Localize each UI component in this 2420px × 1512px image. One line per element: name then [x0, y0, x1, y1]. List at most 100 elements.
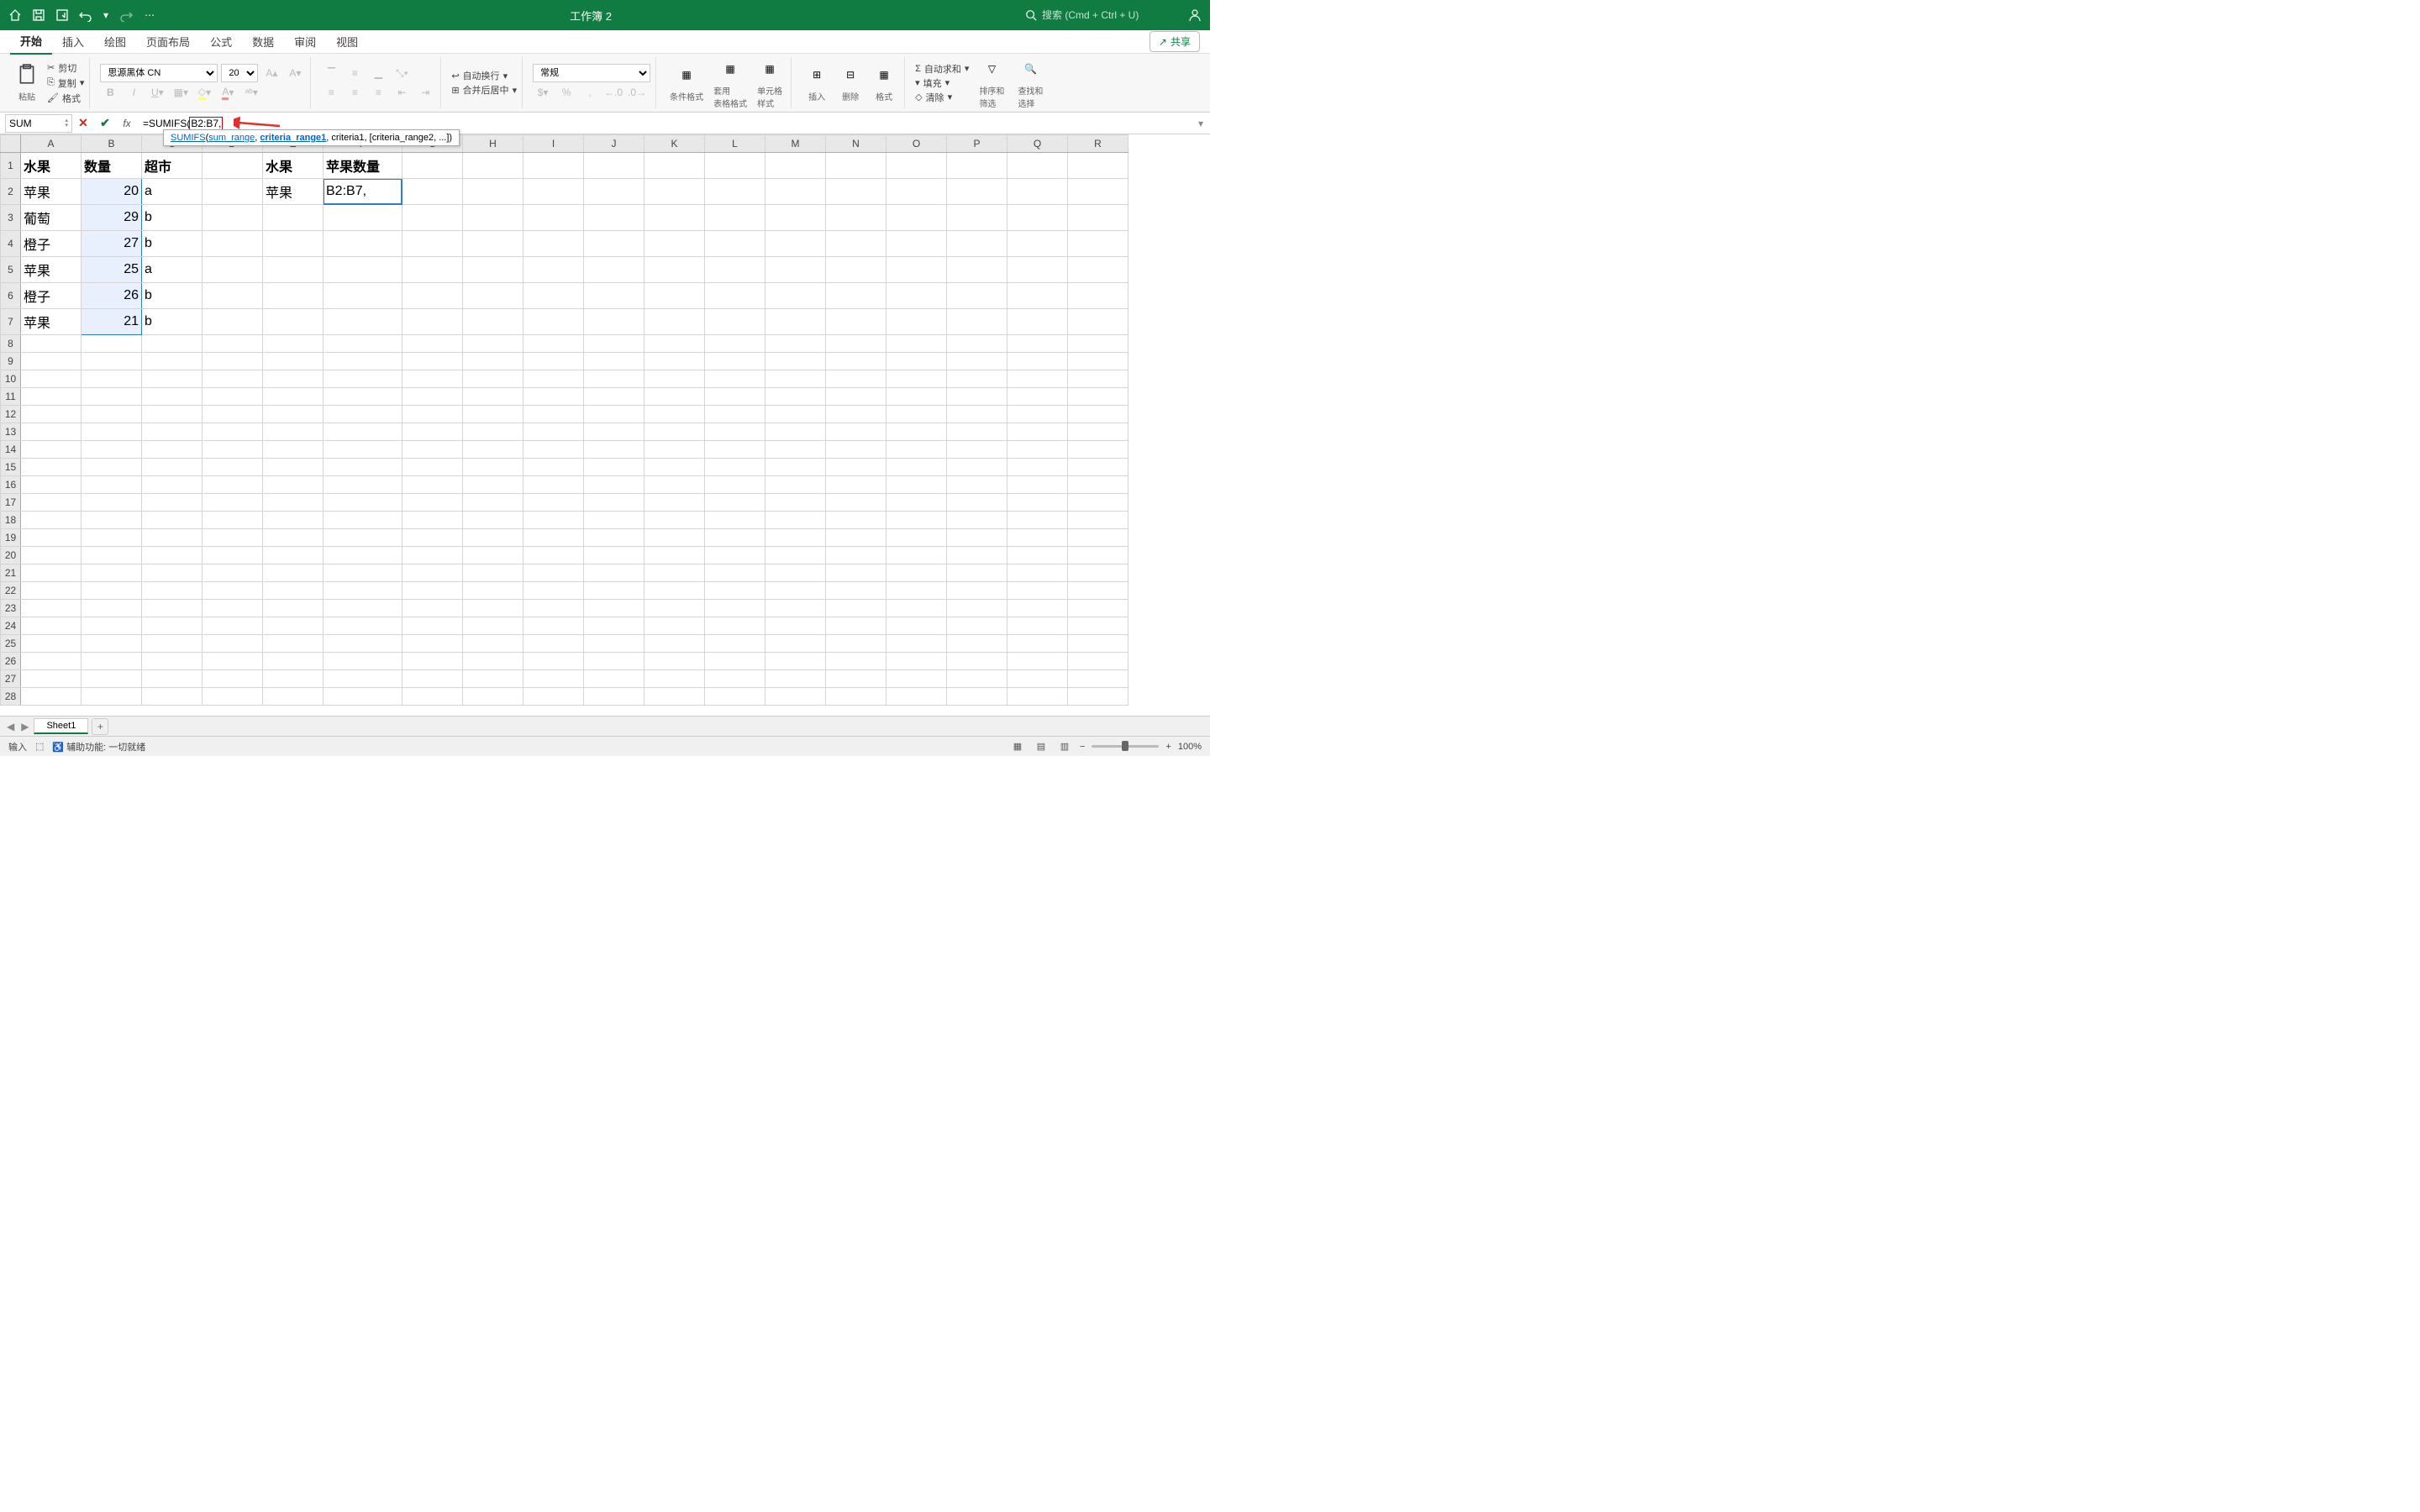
- cell[interactable]: [203, 335, 263, 353]
- cell[interactable]: [523, 582, 584, 600]
- row-header-21[interactable]: 21: [1, 564, 21, 582]
- cell[interactable]: [705, 309, 765, 335]
- cell[interactable]: 苹果: [21, 179, 82, 205]
- cell[interactable]: [826, 309, 886, 335]
- cell[interactable]: [886, 231, 947, 257]
- cell[interactable]: [886, 494, 947, 512]
- cell[interactable]: [886, 370, 947, 388]
- cell[interactable]: [765, 688, 826, 706]
- cell-styles-button[interactable]: ▦单元格 样式: [754, 55, 786, 111]
- cell[interactable]: [21, 353, 82, 370]
- cell[interactable]: [584, 283, 644, 309]
- cell[interactable]: [142, 600, 203, 617]
- cell[interactable]: [523, 205, 584, 231]
- cell[interactable]: [463, 494, 523, 512]
- zoom-level[interactable]: 100%: [1178, 742, 1202, 752]
- cell[interactable]: [826, 670, 886, 688]
- cell[interactable]: [947, 512, 1007, 529]
- format-cells-button[interactable]: ▦格式: [869, 61, 899, 104]
- cell[interactable]: [82, 688, 142, 706]
- cell[interactable]: [263, 476, 324, 494]
- cell[interactable]: [82, 547, 142, 564]
- cell[interactable]: [203, 670, 263, 688]
- cell[interactable]: [886, 617, 947, 635]
- border-button[interactable]: ▦▾: [171, 83, 191, 102]
- cell[interactable]: [1007, 406, 1068, 423]
- cell[interactable]: [324, 441, 402, 459]
- tab-review[interactable]: 审阅: [284, 29, 326, 54]
- name-box-dropdown-icon[interactable]: ▴▾: [65, 118, 68, 129]
- cell[interactable]: [1068, 231, 1128, 257]
- cell[interactable]: [826, 231, 886, 257]
- cell[interactable]: [584, 388, 644, 406]
- cell[interactable]: [584, 423, 644, 441]
- cell[interactable]: 苹果: [263, 179, 324, 205]
- cell[interactable]: [584, 370, 644, 388]
- cell[interactable]: [523, 494, 584, 512]
- cell[interactable]: [82, 635, 142, 653]
- tooltip-fn-name[interactable]: SUMIFS: [171, 133, 206, 143]
- cell[interactable]: [142, 370, 203, 388]
- cell[interactable]: [947, 564, 1007, 582]
- cell[interactable]: [705, 582, 765, 600]
- cell[interactable]: [644, 205, 705, 231]
- cell[interactable]: [1068, 494, 1128, 512]
- sheet-tab-1[interactable]: Sheet1: [34, 718, 88, 734]
- cell[interactable]: [142, 335, 203, 353]
- cell[interactable]: [584, 688, 644, 706]
- col-header-H[interactable]: H: [463, 135, 523, 153]
- cell[interactable]: [402, 600, 463, 617]
- cell[interactable]: [203, 512, 263, 529]
- undo-icon[interactable]: [79, 8, 92, 22]
- cell[interactable]: [402, 283, 463, 309]
- cell[interactable]: [324, 653, 402, 670]
- cell[interactable]: [324, 564, 402, 582]
- cell[interactable]: [644, 423, 705, 441]
- macro-record-icon[interactable]: ⬚: [35, 741, 44, 752]
- cell[interactable]: [523, 653, 584, 670]
- cell[interactable]: [705, 423, 765, 441]
- cell[interactable]: [21, 635, 82, 653]
- cell[interactable]: [644, 670, 705, 688]
- cell[interactable]: [21, 370, 82, 388]
- cell[interactable]: [463, 179, 523, 205]
- cell[interactable]: [402, 153, 463, 179]
- cell[interactable]: [947, 670, 1007, 688]
- cell[interactable]: [1007, 309, 1068, 335]
- cell[interactable]: [886, 283, 947, 309]
- cell[interactable]: [523, 309, 584, 335]
- cell[interactable]: [523, 283, 584, 309]
- cell[interactable]: [826, 406, 886, 423]
- cell[interactable]: [263, 370, 324, 388]
- cell[interactable]: [644, 370, 705, 388]
- cell[interactable]: [82, 353, 142, 370]
- cell[interactable]: [644, 564, 705, 582]
- cell[interactable]: [21, 547, 82, 564]
- cell[interactable]: [82, 617, 142, 635]
- redo-icon[interactable]: [119, 8, 133, 22]
- zoom-out-button[interactable]: −: [1080, 742, 1085, 752]
- cell[interactable]: [1068, 353, 1128, 370]
- cell[interactable]: [402, 423, 463, 441]
- view-page-break-icon[interactable]: ▥: [1056, 739, 1073, 754]
- cancel-formula-button[interactable]: ✕: [72, 114, 94, 133]
- cell[interactable]: [947, 423, 1007, 441]
- cell[interactable]: [1068, 179, 1128, 205]
- inc-decimal-icon[interactable]: ←.0: [603, 83, 623, 102]
- cell[interactable]: [463, 653, 523, 670]
- cell[interactable]: [584, 335, 644, 353]
- cell[interactable]: [203, 406, 263, 423]
- cell[interactable]: 橙子: [21, 231, 82, 257]
- cell[interactable]: [705, 179, 765, 205]
- cell[interactable]: [1007, 205, 1068, 231]
- cell[interactable]: [765, 582, 826, 600]
- cell[interactable]: [826, 688, 886, 706]
- cell[interactable]: [324, 406, 402, 423]
- cell[interactable]: [203, 459, 263, 476]
- cell[interactable]: [584, 617, 644, 635]
- cell[interactable]: [947, 335, 1007, 353]
- cell[interactable]: [1068, 564, 1128, 582]
- sheet-nav-next[interactable]: ▶: [19, 721, 30, 732]
- cell[interactable]: [765, 309, 826, 335]
- cell[interactable]: [947, 600, 1007, 617]
